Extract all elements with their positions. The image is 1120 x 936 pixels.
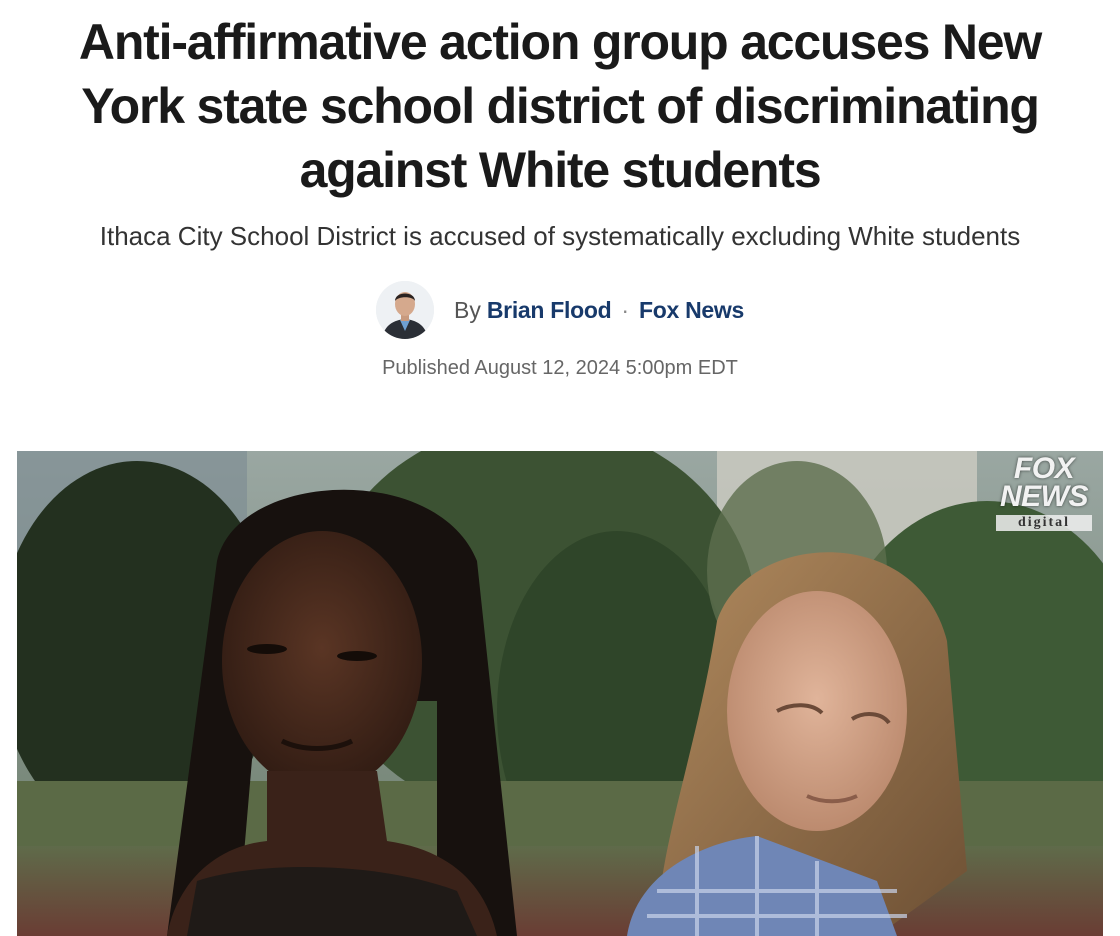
author-avatar[interactable] (376, 281, 435, 339)
author-link[interactable]: Brian Flood (487, 297, 612, 324)
watermark-line-1: FOX (1013, 452, 1075, 485)
byline-separator: · (621, 296, 630, 323)
byline: By Brian Flood · Fox News (0, 280, 1120, 340)
article-headline: Anti-affirmative action group accuses Ne… (78, 14, 1042, 198)
hero-image[interactable]: FOX NEWS digital (17, 451, 1103, 936)
outlet-link[interactable]: Fox News (639, 297, 744, 324)
watermark-line-2: NEWS (1000, 480, 1089, 513)
published-timestamp: Published August 12, 2024 5:00pm EDT (382, 357, 738, 379)
author-avatar-icon (376, 281, 435, 339)
hero-photo (17, 451, 1103, 936)
article-subheadline: Ithaca City School District is accused o… (99, 221, 1021, 251)
watermark-line-3: digital (996, 515, 1092, 531)
fox-news-digital-logo: FOX NEWS digital (991, 452, 1097, 531)
by-label: By (454, 296, 481, 323)
